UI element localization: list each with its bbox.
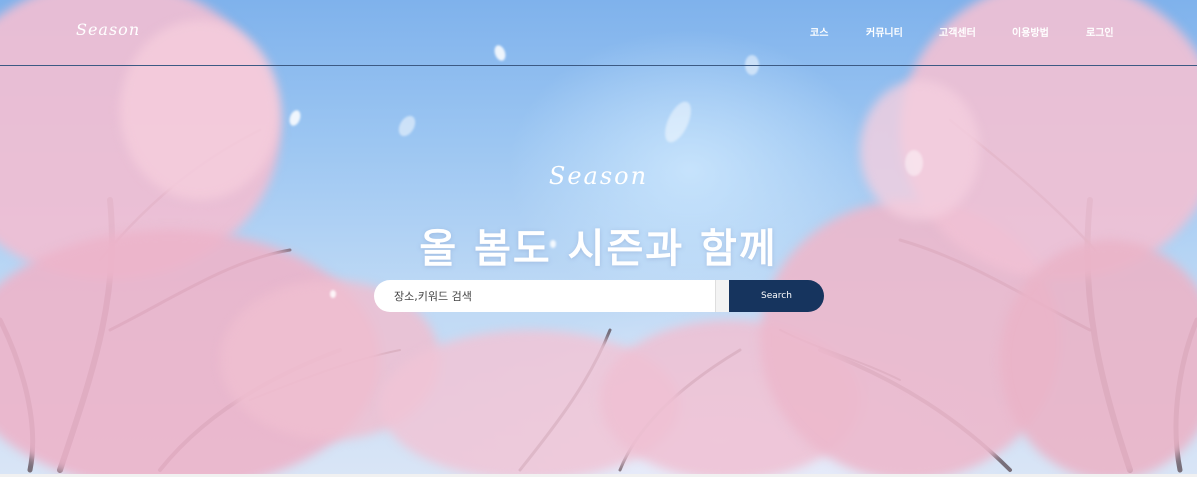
search-bar: Search bbox=[374, 280, 824, 312]
main-nav: 코스 커뮤니티 고객센터 이용방법 로그인 bbox=[0, 24, 1197, 40]
nav-item-community[interactable]: 커뮤니티 bbox=[866, 24, 903, 39]
search-input[interactable] bbox=[374, 280, 729, 312]
nav-item-support[interactable]: 고객센터 bbox=[939, 24, 976, 39]
nav-item-course[interactable]: 코스 bbox=[810, 24, 828, 39]
nav-item-how-to-use[interactable]: 이용방법 bbox=[1012, 24, 1049, 39]
nav-item-login[interactable]: 로그인 bbox=[1086, 24, 1114, 39]
search-separator bbox=[715, 280, 730, 312]
hero-logo: Season bbox=[548, 162, 649, 190]
hero-headline: 올 봄도 시즌과 함께 bbox=[419, 226, 778, 272]
search-button[interactable]: Search bbox=[729, 280, 824, 312]
header-divider bbox=[0, 65, 1197, 66]
